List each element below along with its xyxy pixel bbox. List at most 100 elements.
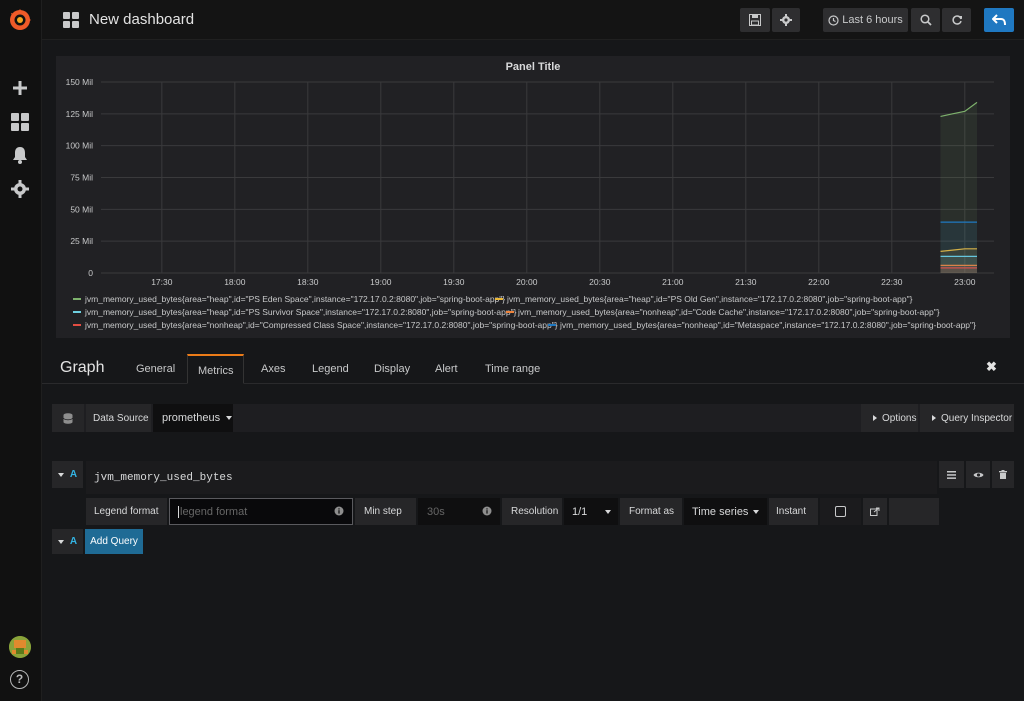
- datasource-select[interactable]: prometheus: [153, 404, 233, 432]
- query-ref-letter: A: [69, 469, 78, 480]
- configuration-gear-icon[interactable]: [9, 178, 31, 200]
- legend-label: jvm_memory_used_bytes{area="heap",id="PS…: [507, 294, 913, 304]
- tab-axes[interactable]: Axes: [251, 354, 295, 384]
- dashboard-settings-button[interactable]: [772, 8, 800, 32]
- options-label: Options: [882, 412, 917, 424]
- legend-label: jvm_memory_used_bytes{area="nonheap",id=…: [560, 320, 976, 330]
- min-step-input[interactable]: 30s: [418, 498, 500, 525]
- panel-editor-header: Graph General Metrics Axes Legend Displa…: [42, 350, 1024, 384]
- create-plus-icon[interactable]: [9, 77, 31, 99]
- resolution-select[interactable]: 1/1: [564, 498, 618, 525]
- query-inspector-button[interactable]: Query Inspector: [920, 404, 1014, 432]
- grafana-logo-icon[interactable]: [7, 7, 33, 33]
- save-dashboard-button[interactable]: [740, 8, 770, 32]
- query-collapse-toggle[interactable]: A: [52, 461, 83, 488]
- format-as-value: Time series: [692, 505, 749, 518]
- min-step-placeholder: 30s: [427, 505, 445, 518]
- clock-icon: [828, 14, 839, 26]
- save-icon: [749, 14, 761, 26]
- resolution-value: 1/1: [572, 505, 588, 518]
- chevron-down-icon: [226, 416, 233, 420]
- options-button[interactable]: Options: [861, 404, 918, 432]
- tab-legend[interactable]: Legend: [302, 354, 359, 384]
- query-row-filler: [889, 498, 939, 525]
- query-inspector-label: Query Inspector: [941, 412, 1013, 424]
- legend-item[interactable]: jvm_memory_used_bytes{area="nonheap",id=…: [73, 320, 558, 330]
- dashboard-title[interactable]: New dashboard: [89, 11, 194, 28]
- legend-item[interactable]: jvm_memory_used_bytes{area="heap",id="PS…: [495, 294, 912, 304]
- graph-panel[interactable]: Panel Title 0 25 Mil 50 Mil 75 Mil 100 Mil 12…: [56, 56, 1010, 338]
- refresh-icon: [951, 15, 962, 25]
- tab-general[interactable]: General: [126, 354, 185, 384]
- add-query-button[interactable]: Add Query: [85, 529, 143, 554]
- zoom-out-button[interactable]: [911, 8, 940, 32]
- legend-swatch: [506, 311, 514, 313]
- back-arrow-icon: [992, 14, 1006, 26]
- x-tick-label: 19:30: [443, 277, 465, 287]
- datasource-row: Data Source prometheus Options Query Ins…: [52, 404, 1014, 432]
- instant-checkbox[interactable]: [835, 506, 846, 517]
- sidebar: ?: [0, 0, 42, 701]
- chevron-down-icon: [57, 472, 64, 477]
- legend-swatch: [495, 298, 503, 300]
- caret-right-icon: [873, 415, 877, 421]
- tab-display[interactable]: Display: [364, 354, 420, 384]
- series-area: [940, 222, 977, 273]
- info-circle-icon[interactable]: [334, 506, 344, 519]
- tab-alert[interactable]: Alert: [425, 354, 468, 384]
- legend-label: jvm_memory_used_bytes{area="heap",id="PS…: [85, 307, 517, 317]
- query-expression-editor[interactable]: jvm_memory_used_bytes: [86, 461, 937, 494]
- format-as-select[interactable]: Time series: [684, 498, 767, 525]
- help-icon[interactable]: ?: [10, 670, 29, 689]
- toggle-query-visibility-button[interactable]: [966, 461, 990, 488]
- dashboards-icon[interactable]: [9, 111, 31, 133]
- instant-checkbox-cell: [820, 498, 861, 525]
- hamburger-icon: [947, 470, 956, 479]
- time-picker-button[interactable]: Last 6 hours: [823, 8, 908, 32]
- x-tick-label: 21:30: [735, 277, 757, 287]
- query-menu-button[interactable]: [939, 461, 964, 488]
- back-to-dashboard-button[interactable]: [984, 8, 1014, 32]
- chevron-down-icon: [605, 510, 611, 514]
- y-tick-label: 50 Mil: [70, 204, 93, 214]
- gear-icon: [780, 14, 792, 26]
- tab-metrics[interactable]: Metrics: [187, 354, 245, 384]
- refresh-button[interactable]: [942, 8, 971, 32]
- legend-format-placeholder: legend format: [180, 505, 248, 518]
- editor-title: Graph: [60, 359, 105, 376]
- search-icon: [919, 14, 932, 26]
- delete-query-button[interactable]: [992, 461, 1014, 488]
- y-tick-label: 75 Mil: [70, 173, 93, 183]
- x-tick-label: 20:30: [589, 277, 611, 287]
- info-circle-icon[interactable]: [482, 506, 492, 519]
- legend-item[interactable]: jvm_memory_used_bytes{area="heap",id="PS…: [73, 294, 505, 304]
- format-as-label: Format as: [620, 498, 682, 525]
- user-avatar[interactable]: [9, 636, 31, 658]
- legend-item[interactable]: jvm_memory_used_bytes{area="nonheap",id=…: [506, 307, 940, 317]
- alerting-bell-icon[interactable]: [9, 144, 31, 166]
- share-link-button[interactable]: [863, 498, 887, 525]
- legend-label: jvm_memory_used_bytes{area="nonheap",id=…: [518, 307, 940, 317]
- time-range-label: Last 6 hours: [842, 14, 903, 26]
- add-query-collapse-toggle[interactable]: A: [52, 529, 83, 554]
- close-editor-icon[interactable]: ✖: [986, 359, 997, 375]
- text-cursor: [178, 505, 179, 518]
- x-tick-label: 21:00: [662, 277, 684, 287]
- eye-icon: [973, 472, 983, 477]
- legend-label: jvm_memory_used_bytes{area="heap",id="PS…: [85, 294, 506, 304]
- tab-time-range[interactable]: Time range: [475, 354, 550, 384]
- min-step-label: Min step: [355, 498, 416, 525]
- datasource-spacer: [235, 404, 859, 432]
- y-tick-label: 125 Mil: [66, 109, 94, 119]
- chevron-down-icon: [753, 510, 759, 514]
- y-tick-label: 0: [88, 268, 93, 278]
- graph-chart[interactable]: 0 25 Mil 50 Mil 75 Mil 100 Mil 125 Mil 150 Mil…: [56, 56, 1010, 294]
- legend-item[interactable]: jvm_memory_used_bytes{area="nonheap",id=…: [548, 320, 976, 330]
- legend-item[interactable]: jvm_memory_used_bytes{area="heap",id="PS…: [73, 307, 516, 317]
- database-icon: [52, 404, 84, 432]
- resolution-label: Resolution: [502, 498, 562, 525]
- legend-format-input[interactable]: legend format: [169, 498, 353, 525]
- x-tick-label: 19:00: [370, 277, 392, 287]
- y-tick-label: 25 Mil: [70, 236, 93, 246]
- x-tick-label: 23:00: [954, 277, 976, 287]
